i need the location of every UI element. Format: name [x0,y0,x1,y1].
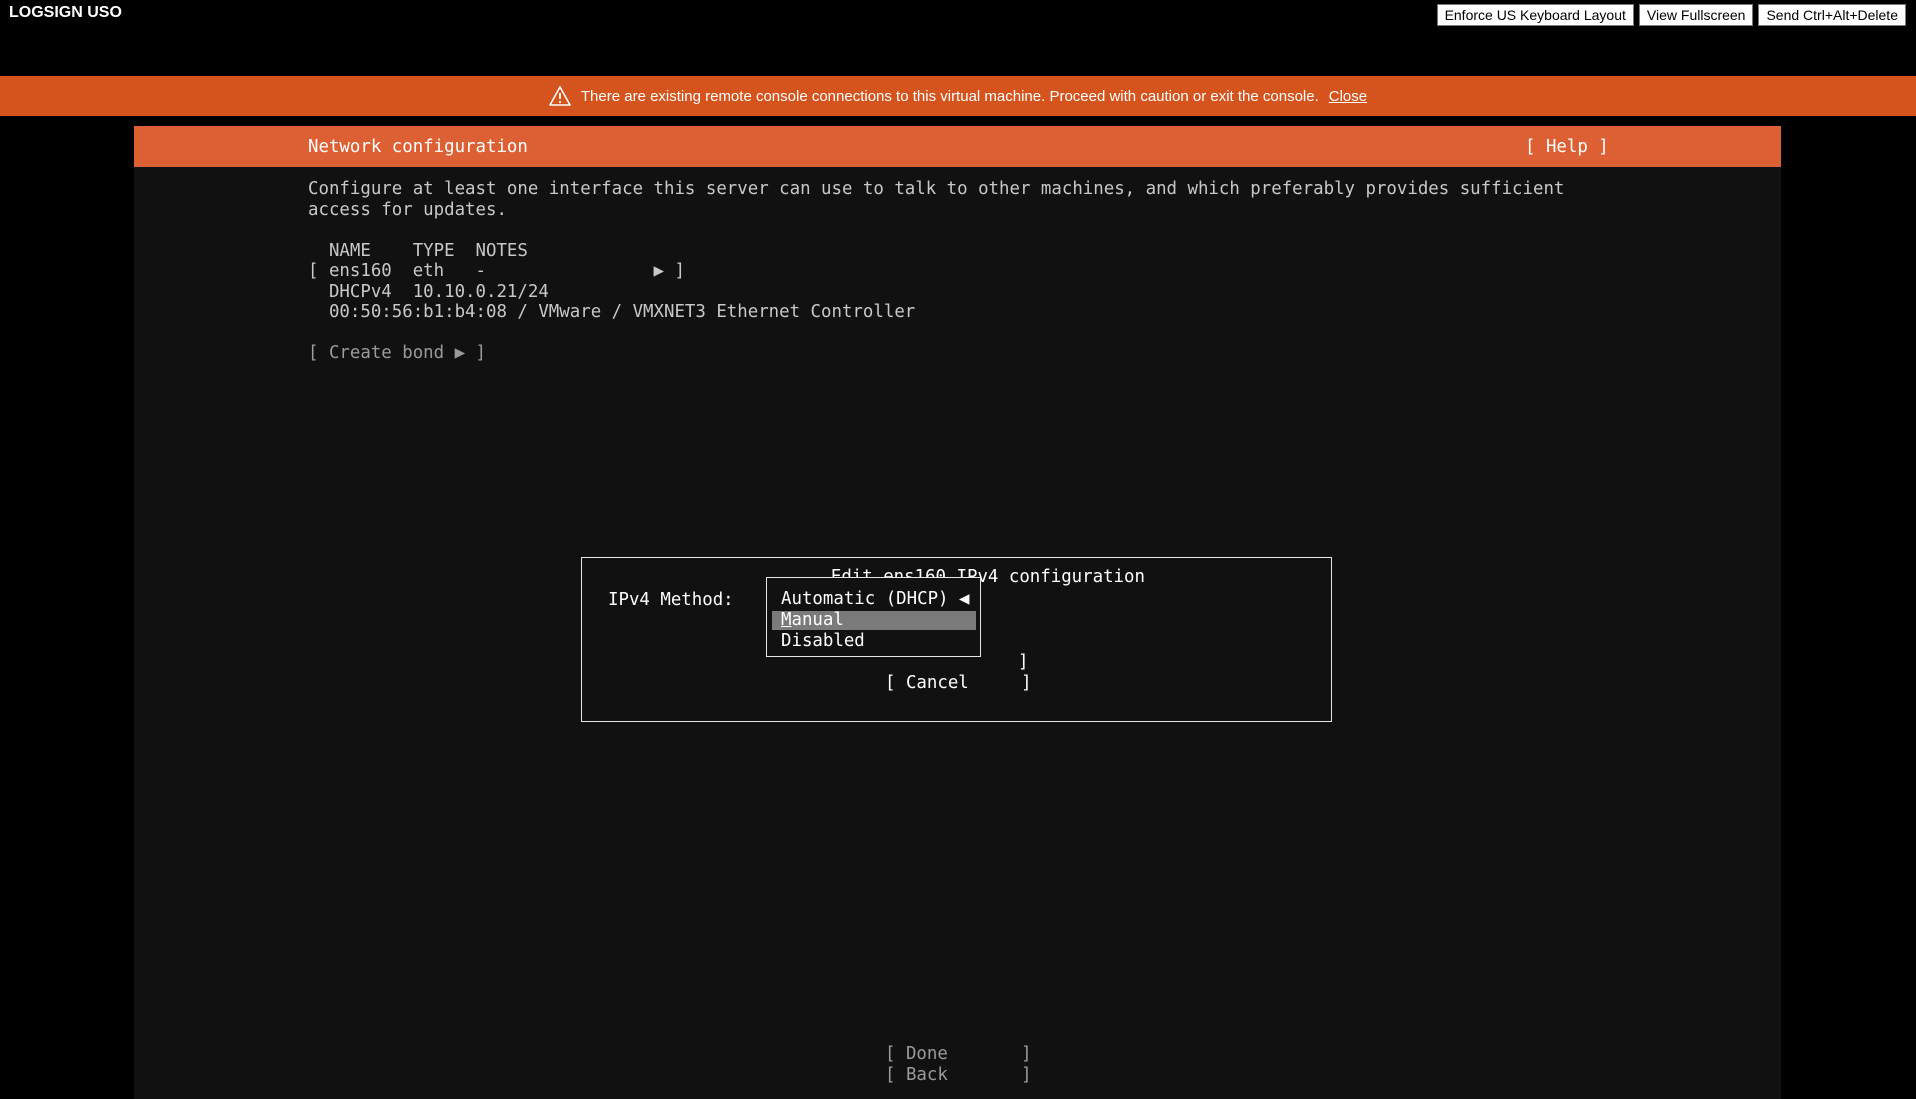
done-button[interactable]: [ Done ] [885,1044,1032,1065]
option-disabled[interactable]: Disabled [781,631,865,652]
view-fullscreen-button[interactable]: View Fullscreen [1638,4,1754,26]
vm-title: LOGSIGN USO [9,4,122,21]
cancel-button[interactable]: [ Cancel ] [885,673,1032,694]
description-line-1: Configure at least one interface this se… [308,179,1565,199]
interface-mac-info: 00:50:56:b1:b4:08 / VMware / VMXNET3 Eth… [308,302,916,322]
option-manual[interactable]: Manual [781,610,844,631]
interface-dhcp-info: DHCPv4 10.10.0.21/24 [308,282,549,302]
help-button[interactable]: [ Help ] [1525,137,1609,158]
banner-message: There are existing remote console connec… [580,87,1319,105]
top-toolbar: Enforce US Keyboard Layout View Fullscre… [1436,4,1906,26]
ipv4-method-dropdown[interactable]: Automatic (DHCP) ◀ Manual Disabled [766,577,981,657]
create-bond-button[interactable]: [ Create bond ▶ ] [308,343,486,364]
page-title: Network configuration [308,137,528,157]
back-button[interactable]: [ Back ] [885,1065,1032,1086]
interface-row-ens160[interactable]: [ ens160 eth - ▶ ] [308,261,685,282]
banner-close-link[interactable]: Close [1329,88,1367,105]
enforce-keyboard-button[interactable]: Enforce US Keyboard Layout [1436,4,1634,26]
save-button-bracket[interactable]: ] [1018,652,1028,673]
option-automatic-dhcp[interactable]: Automatic (DHCP) ◀ [781,589,969,610]
remote-connection-warning-banner: There are existing remote console connec… [0,76,1916,116]
description-line-2: access for updates. [308,200,507,220]
vm-console[interactable]: Network configuration [ Help ] Configure… [134,126,1781,1099]
option-manual-rest: anual [791,610,844,630]
interface-table-header: NAME TYPE NOTES [308,241,528,261]
warning-icon [549,86,571,106]
option-manual-hotkey: M [781,610,792,630]
send-ctrl-alt-delete-button[interactable]: Send Ctrl+Alt+Delete [1758,4,1906,26]
ipv4-method-label: IPv4 Method: [608,590,734,610]
